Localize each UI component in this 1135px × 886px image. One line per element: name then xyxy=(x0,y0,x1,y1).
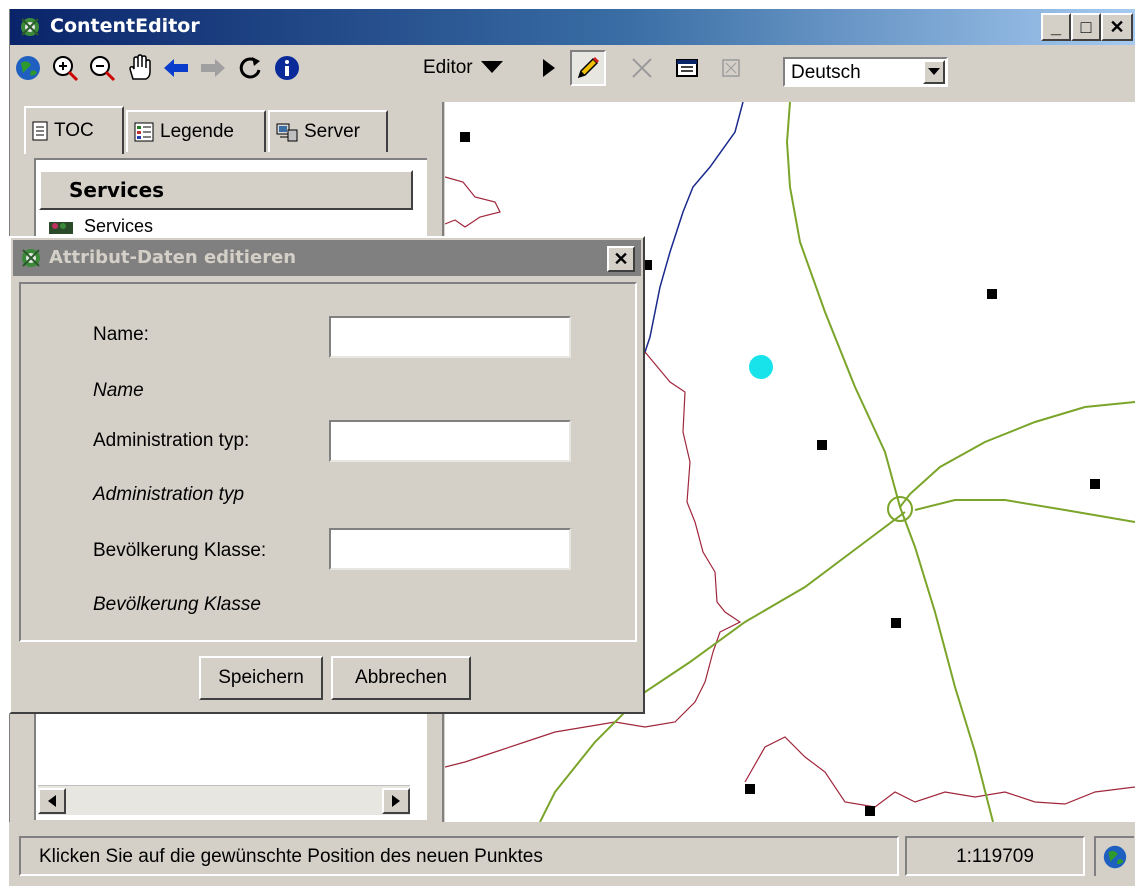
editor-menu-button[interactable]: Editor xyxy=(415,52,525,84)
forward-button[interactable] xyxy=(195,50,231,86)
status-bar: Klicken Sie auf die gewünschte Position … xyxy=(9,822,1135,886)
services-item-label: Services xyxy=(84,216,154,236)
zoom-out-button[interactable] xyxy=(84,50,120,86)
refresh-button[interactable] xyxy=(232,50,268,86)
population-class-field[interactable] xyxy=(329,528,571,570)
close-button[interactable]: ✕ xyxy=(1101,13,1133,41)
triangle-right-icon xyxy=(392,795,400,807)
app-icon xyxy=(22,249,40,267)
map-boundary-line-3 xyxy=(744,736,1135,808)
zoom-in-icon xyxy=(53,56,79,82)
minimize-icon: _ xyxy=(1050,16,1061,37)
table-icon xyxy=(676,59,698,77)
minimize-button[interactable]: _ xyxy=(1041,13,1071,41)
editor-menu-label: Editor xyxy=(423,57,473,78)
close-icon: ✕ xyxy=(613,248,629,269)
tab-legend-label: Legende xyxy=(160,121,234,142)
tab-server-label: Server xyxy=(304,121,360,142)
disabled-tool-button[interactable] xyxy=(713,50,749,86)
status-message: Klicken Sie auf die gewünschte Position … xyxy=(19,836,899,876)
disabled-icon xyxy=(722,59,740,77)
info-icon xyxy=(275,56,299,80)
window-title: ContentEditor xyxy=(50,15,200,37)
map-point xyxy=(460,132,470,142)
forward-arrow-icon xyxy=(201,59,225,77)
globe-icon xyxy=(16,56,40,80)
globe-icon xyxy=(1103,845,1127,869)
services-header[interactable]: Services xyxy=(39,170,413,210)
select-tool-button[interactable] xyxy=(530,50,566,86)
close-icon: ✕ xyxy=(1109,16,1125,37)
dialog-close-button[interactable]: ✕ xyxy=(607,246,635,272)
population-class-label: Bevölkerung Klasse: xyxy=(93,540,267,561)
dialog-title: Attribut-Daten editieren xyxy=(49,247,297,268)
chevron-down-icon xyxy=(480,61,503,73)
chevron-down-icon[interactable] xyxy=(923,60,945,84)
map-point xyxy=(745,784,755,794)
back-arrow-icon xyxy=(164,59,188,77)
tab-toc-label: TOC xyxy=(54,120,94,141)
zoom-out-icon xyxy=(90,56,116,82)
document-icon xyxy=(32,121,48,141)
status-globe xyxy=(1094,836,1134,876)
administration-type-hint: Administration typ xyxy=(93,484,245,505)
pan-button[interactable] xyxy=(121,50,157,86)
attribute-edit-dialog: Attribut-Daten editieren ✕ Name: Name Ad… xyxy=(9,236,645,714)
delete-tool-button[interactable] xyxy=(624,50,660,86)
pan-hand-icon xyxy=(129,54,151,80)
scroll-left-button[interactable] xyxy=(38,788,66,814)
map-boundary-line xyxy=(445,176,501,228)
services-icon xyxy=(49,221,73,234)
legend-icon xyxy=(134,122,154,142)
administration-type-field[interactable] xyxy=(329,420,571,462)
triangle-left-icon xyxy=(48,795,56,807)
name-label: Name: xyxy=(93,324,149,345)
attribute-table-button[interactable] xyxy=(669,50,705,86)
map-selected-point xyxy=(749,355,773,379)
map-point xyxy=(1090,479,1100,489)
map-river-line xyxy=(639,102,744,368)
map-point xyxy=(891,618,901,628)
list-item-services[interactable]: Services xyxy=(48,216,153,237)
name-hint: Name xyxy=(93,380,144,401)
window-titlebar[interactable]: ContentEditor _ □ ✕ xyxy=(10,9,1135,45)
language-select[interactable]: Deutsch xyxy=(783,57,948,87)
select-arrow-icon xyxy=(543,59,555,77)
pencil-icon xyxy=(577,57,599,79)
refresh-icon xyxy=(239,57,261,79)
horizontal-scrollbar[interactable] xyxy=(38,785,410,815)
dialog-titlebar[interactable]: Attribut-Daten editieren ✕ xyxy=(13,240,641,276)
maximize-button[interactable]: □ xyxy=(1071,13,1101,41)
maximize-icon: □ xyxy=(1080,16,1092,37)
map-road-line-3 xyxy=(899,401,1135,508)
app-icon xyxy=(21,18,39,36)
save-button[interactable]: Speichern xyxy=(199,656,323,700)
back-button[interactable] xyxy=(158,50,194,86)
language-value: Deutsch xyxy=(791,62,861,83)
info-button[interactable] xyxy=(269,50,305,86)
map-road-line-1 xyxy=(785,102,994,822)
administration-type-label: Administration typ: xyxy=(93,430,250,451)
add-point-tool-button[interactable] xyxy=(570,50,606,86)
server-icon xyxy=(276,123,298,142)
map-point xyxy=(865,806,875,816)
map-road-line-4 xyxy=(914,499,1135,523)
tab-server[interactable]: Server xyxy=(268,110,388,152)
tab-toc[interactable]: TOC xyxy=(24,106,124,154)
population-class-hint: Bevölkerung Klasse xyxy=(93,594,261,615)
map-point xyxy=(987,289,997,299)
dialog-form: Name: Name Administration typ: Administr… xyxy=(19,282,637,642)
scroll-right-button[interactable] xyxy=(382,788,410,814)
delete-x-icon xyxy=(632,58,652,78)
name-field[interactable] xyxy=(329,316,571,358)
map-point xyxy=(817,440,827,450)
tab-legend[interactable]: Legende xyxy=(126,110,266,152)
full-extent-button[interactable] xyxy=(10,50,46,86)
cancel-button[interactable]: Abbrechen xyxy=(331,656,471,700)
scale-display: 1:119709 xyxy=(905,836,1085,876)
zoom-in-button[interactable] xyxy=(47,50,83,86)
